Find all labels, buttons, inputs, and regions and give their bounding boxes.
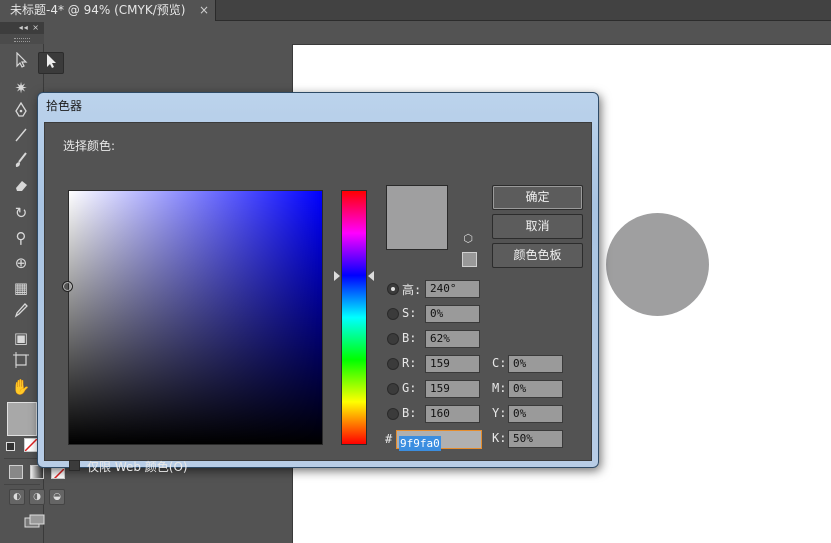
- hex-input[interactable]: 9f9fa0: [396, 430, 482, 451]
- selection-tool-icon[interactable]: [9, 51, 33, 74]
- symbol-sprayer-tool-icon[interactable]: ▣: [9, 327, 33, 349]
- document-tab-title: 未标题-4* @ 94% (CMYK/预览): [10, 3, 186, 17]
- color-field-cursor[interactable]: [62, 281, 73, 292]
- divider: [4, 484, 40, 485]
- saturation-brightness-field[interactable]: [68, 190, 323, 445]
- brightness-input[interactable]: 62%: [425, 330, 480, 348]
- close-icon[interactable]: ×: [32, 23, 40, 32]
- cyan-label: C:: [492, 356, 507, 370]
- color-swatches-button[interactable]: 颜色色板: [492, 243, 583, 268]
- shape-builder-tool-icon[interactable]: ⊕: [9, 252, 33, 274]
- yellow-input[interactable]: 0%: [508, 405, 563, 423]
- current-color-swatch: [386, 185, 448, 250]
- dialog-body: 选择颜色: ⬡ 确定 取消 颜色色板 高: 240° S: 0% B: 62% …: [44, 122, 592, 474]
- green-label: G:: [402, 381, 417, 395]
- black-input[interactable]: 50%: [508, 430, 563, 448]
- hex-label: #: [385, 432, 393, 446]
- red-label: R:: [402, 356, 417, 370]
- eraser-tool-icon[interactable]: [9, 177, 33, 199]
- tools-panel-header[interactable]: ◂◂ ×: [0, 22, 44, 34]
- blue-label: B:: [402, 406, 417, 420]
- brightness-label: B:: [402, 331, 417, 345]
- collapse-icon[interactable]: ◂◂: [19, 23, 29, 32]
- web-colors-only-checkbox[interactable]: [69, 460, 80, 471]
- red-input[interactable]: 159: [425, 355, 480, 373]
- brightness-radio[interactable]: [387, 333, 399, 345]
- eyedropper-tool-icon[interactable]: [9, 302, 33, 324]
- green-input[interactable]: 159: [425, 380, 480, 398]
- magic-wand-tool-icon[interactable]: ✷: [9, 77, 33, 99]
- hue-input[interactable]: 240°: [425, 280, 480, 298]
- document-tab[interactable]: 未标题-4* @ 94% (CMYK/预览) ×: [0, 0, 216, 21]
- hex-input-value: 9f9fa0: [399, 436, 441, 451]
- mesh-tool-icon[interactable]: ▦: [9, 277, 33, 299]
- draw-normal-icon[interactable]: ◐: [9, 489, 25, 505]
- websafe-cube-icon[interactable]: ⬡: [461, 233, 475, 245]
- cancel-button[interactable]: 取消: [492, 214, 583, 239]
- hand-tool-icon[interactable]: ✋: [9, 376, 33, 398]
- rotate-tool-icon[interactable]: ↻: [9, 202, 33, 224]
- color-picker-dialog: 拾色器 选择颜色: ⬡ 确定 取消 颜色色板 高: 240° S: 0% B: …: [37, 92, 599, 474]
- web-colors-only-label: 仅限 Web 颜色(O): [87, 460, 188, 474]
- cyan-input[interactable]: 0%: [508, 355, 563, 373]
- blue-radio[interactable]: [387, 408, 399, 420]
- hue-radio[interactable]: [387, 283, 399, 295]
- select-color-label: 选择颜色:: [63, 139, 116, 153]
- width-tool-icon[interactable]: ⚲: [9, 227, 33, 249]
- draw-behind-icon[interactable]: ◑: [29, 489, 45, 505]
- dialog-title: 拾色器: [46, 99, 83, 113]
- close-icon[interactable]: ×: [199, 0, 209, 21]
- saturation-label: S:: [402, 306, 417, 320]
- magenta-label: M:: [492, 381, 507, 395]
- hue-label: 高:: [402, 283, 422, 297]
- hue-slider[interactable]: [341, 190, 367, 445]
- green-radio[interactable]: [387, 383, 399, 395]
- artboard-tool-icon[interactable]: [9, 352, 33, 374]
- gray-circle-shape[interactable]: [606, 213, 709, 316]
- saturation-input[interactable]: 0%: [425, 305, 480, 323]
- hue-slider-right-arrow-icon[interactable]: [368, 271, 374, 281]
- paintbrush-tool-icon[interactable]: [9, 152, 33, 174]
- line-tool-icon[interactable]: [9, 127, 33, 149]
- ok-button[interactable]: 确定: [492, 185, 583, 210]
- saturation-radio[interactable]: [387, 308, 399, 320]
- hue-slider-left-arrow-icon[interactable]: [334, 271, 340, 281]
- document-tab-bar: 未标题-4* @ 94% (CMYK/预览) ×: [0, 0, 831, 21]
- color-mode-icon[interactable]: [9, 465, 23, 479]
- divider: [4, 458, 40, 459]
- websafe-color-swatch[interactable]: [462, 252, 477, 267]
- blue-input[interactable]: 160: [425, 405, 480, 423]
- magenta-input[interactable]: 0%: [508, 380, 563, 398]
- fill-color-swatch[interactable]: [7, 402, 37, 436]
- default-colors-icon[interactable]: [6, 442, 15, 451]
- pen-tool-icon[interactable]: [9, 101, 33, 124]
- panel-grip[interactable]: [0, 34, 44, 44]
- stroke-none-icon[interactable]: [24, 438, 38, 452]
- screen-mode-icon[interactable]: [24, 513, 46, 528]
- yellow-label: Y:: [492, 406, 507, 420]
- direct-selection-tool-icon[interactable]: [38, 52, 64, 74]
- black-label: K:: [492, 431, 507, 445]
- draw-inside-icon[interactable]: ◒: [49, 489, 65, 505]
- red-radio[interactable]: [387, 358, 399, 370]
